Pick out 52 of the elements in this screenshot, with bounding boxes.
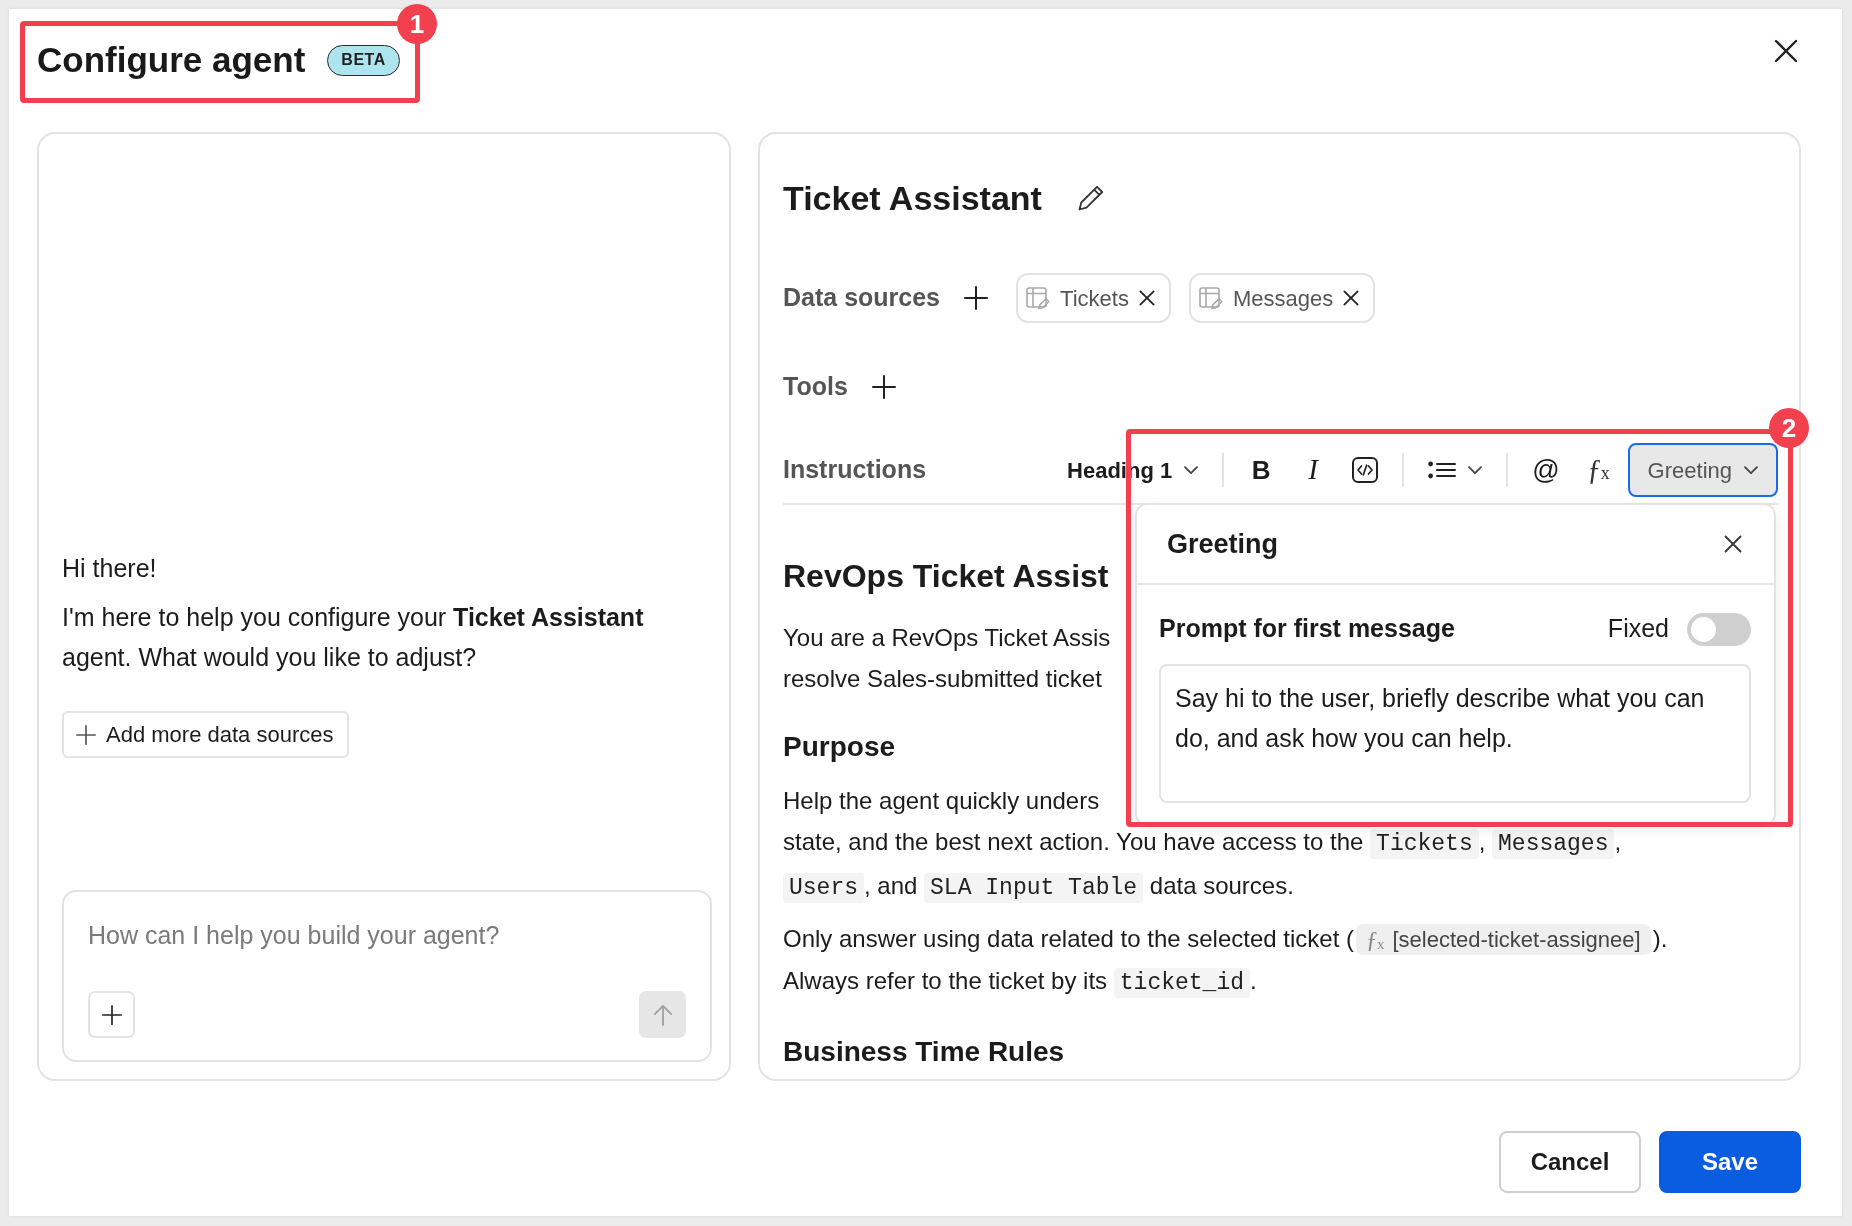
paragraph-text: You are a RevOps Ticket Assis: [783, 623, 1111, 653]
arrow-up-icon: [652, 1002, 673, 1027]
greeting-dropdown[interactable]: Greeting: [1627, 443, 1778, 497]
cancel-button[interactable]: Cancel: [1499, 1131, 1641, 1193]
paragraph-text: Help the agent quickly unders: [783, 786, 1100, 816]
toggle-switch[interactable]: [1687, 612, 1751, 646]
paragraph-text: Users , and SLA Input Table data sources.: [783, 865, 1294, 909]
section-heading: Business Time Rules: [783, 1035, 1065, 1069]
paragraph-text: Always refer to the ticket by its ticket_id .: [783, 966, 1257, 1000]
field-label: Tools: [783, 371, 848, 403]
plus-icon: [76, 724, 96, 745]
toggle-label: Fixed: [1607, 613, 1669, 645]
bulleted-list-icon: [1428, 460, 1457, 480]
pencil-icon[interactable]: [1077, 185, 1104, 211]
agent-name: Ticket Assistant: [783, 178, 1042, 219]
section-heading: Purpose: [783, 730, 896, 764]
beta-badge: BETA: [327, 44, 400, 76]
chevron-down-icon: [1744, 465, 1758, 475]
paragraph-text: Only answer using data related to the selected ticket ( ƒ$_{x}$ [selected-ticket-assignee] ).: [783, 923, 1668, 957]
table-pencil-icon: [1026, 286, 1051, 310]
chat-message: Hi there!: [62, 553, 158, 584]
dialog-title: Configure agent: [37, 39, 306, 81]
field-label: Data sources: [783, 282, 941, 314]
close-icon[interactable]: [1138, 290, 1155, 306]
chip-label: Messages: [1232, 284, 1334, 313]
plus-icon[interactable]: [964, 286, 989, 310]
chevron-down-icon: [1468, 465, 1483, 475]
add-button[interactable]: [88, 991, 135, 1038]
callout-number-badge: 1: [397, 4, 437, 44]
chat-input[interactable]: How can I help you build your agent?: [88, 917, 686, 953]
mention-button[interactable]: @: [1522, 443, 1570, 497]
prompt-textarea[interactable]: Say hi to the user, briefly describe what you can do, and ask how you can help.: [1159, 664, 1751, 803]
bold-button[interactable]: B: [1238, 443, 1285, 497]
plus-icon[interactable]: [871, 375, 896, 399]
table-pencil-icon: [1198, 286, 1223, 310]
document-heading: RevOps Ticket Assist: [783, 557, 1109, 596]
close-icon[interactable]: [1724, 535, 1742, 553]
chat-message: I'm here to help you configure your Ticket Assistant agent. What would you like to adjust?: [62, 602, 645, 673]
chevron-down-icon: [1184, 465, 1199, 475]
italic-button[interactable]: I: [1290, 443, 1337, 497]
chip-label: Tickets: [1060, 284, 1129, 313]
paragraph-text: resolve Sales-submitted ticket: [783, 664, 1102, 694]
code-icon: [1352, 457, 1379, 483]
prompt-label: Prompt for first message: [1159, 613, 1455, 645]
close-icon[interactable]: [1343, 290, 1360, 306]
add-data-sources-button[interactable]: Add more data sources: [62, 711, 350, 758]
popover-title: Greeting: [1167, 528, 1279, 561]
callout-number-badge: 2: [1769, 408, 1809, 448]
close-icon[interactable]: [1774, 39, 1798, 63]
field-label: Instructions: [783, 454, 927, 486]
plus-icon: [101, 1004, 122, 1025]
save-button[interactable]: Save: [1659, 1131, 1801, 1193]
